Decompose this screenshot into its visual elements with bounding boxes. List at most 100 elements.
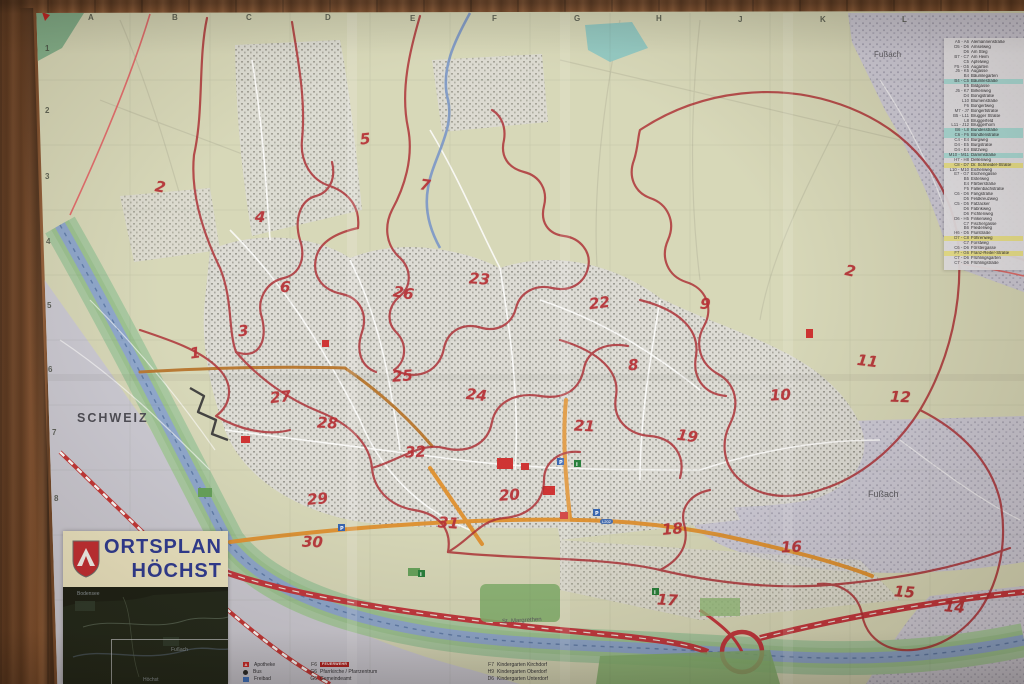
district-number-26: 26	[392, 282, 415, 303]
grid-letter-C: C	[246, 13, 252, 22]
district-number-31: 31	[437, 513, 459, 532]
district-number-10: 10	[770, 385, 792, 404]
svg-text:i: i	[654, 590, 656, 596]
legend-item: G6Gemeindeamt	[305, 676, 480, 683]
street-index-entry: C7 - D6Frühlingstraße	[944, 261, 1023, 266]
district-number-8: 8	[627, 356, 639, 375]
legend-grid-ref: F6	[305, 662, 317, 668]
grid-number-6: 6	[48, 365, 52, 374]
street-index-panel: ▲ A5 - A6AlemannenstraßeD5 - D6AmselwegD…	[944, 38, 1024, 270]
legend-grid-ref: F7	[482, 662, 494, 668]
district-number-20: 20	[498, 485, 520, 504]
street-grid-ref: C7 - D6	[944, 261, 969, 266]
map-legend: AApothekeBusFreibad F6FEUERWEHRG6Pfarrki…	[243, 661, 693, 684]
legend-label: Kindergarten Unterdorf	[497, 676, 548, 682]
inset-label-fussach: Fußach	[171, 647, 188, 653]
legend-label: Apotheke	[254, 662, 275, 668]
inset-label-hoechst: Höchst	[143, 677, 159, 683]
freibad-icon	[243, 677, 249, 682]
district-number-29: 29	[306, 489, 328, 509]
svg-text:i: i	[576, 462, 578, 468]
grid-letter-L: L	[902, 15, 907, 24]
district-number-3: 3	[237, 322, 249, 341]
district-number-28: 28	[317, 413, 339, 432]
district-number-14: 14	[943, 597, 965, 617]
district-number-27: 27	[269, 387, 292, 407]
apotheke-icon: A	[243, 662, 249, 667]
legend-column-facilities: A ApothekeBusFreibad	[243, 661, 303, 683]
svg-text:i: i	[420, 572, 422, 578]
svg-text:P: P	[595, 511, 599, 517]
district-number-16: 16	[781, 537, 803, 556]
legend-item: Freibad	[243, 676, 303, 683]
district-number-9: 9	[699, 295, 711, 314]
legend-label: Bus	[253, 669, 262, 675]
district-number-15: 15	[893, 582, 915, 601]
legend-column-kindergarten: F7Kindergarten KirchdorfH9Kindergarten O…	[482, 661, 682, 683]
legend-item: H9Kindergarten Oberdorf	[482, 668, 682, 675]
district-number-4: 4	[254, 208, 266, 227]
grid-number-3: 3	[45, 172, 49, 181]
feuerwehr-badge: FEUERWEHR	[320, 662, 349, 667]
legend-label: Kindergarten Kirchdorf	[497, 662, 547, 668]
grid-letter-A: A	[88, 13, 94, 22]
title-header: ORTSPLAN HÖCHST	[63, 531, 228, 588]
map-title-line2: HÖCHST	[104, 559, 222, 583]
district-number-19: 19	[676, 426, 699, 447]
legend-column-public: F6FEUERWEHRG6Pfarrkirche / PfarrzentrumG…	[305, 661, 480, 683]
legend-label: Pfarrkirche / Pfarrzentrum	[320, 669, 377, 675]
legend-item: F7Kindergarten Kirchdorf	[482, 661, 682, 668]
grid-number-5: 5	[47, 301, 51, 310]
legend-grid-ref: D6	[482, 676, 494, 682]
grid-number-4: 4	[46, 237, 50, 246]
label-schweiz: SCHWEIZ	[77, 411, 149, 425]
grid-letter-K: K	[820, 15, 826, 24]
street-index-rows: A5 - A6AlemannenstraßeD5 - D6AmselwegD6A…	[944, 40, 1023, 266]
grid-letter-B: B	[172, 13, 178, 22]
legend-item: A Apotheke	[243, 661, 303, 668]
legend-label: Kindergarten Oberdorf	[497, 669, 547, 675]
map-title-line1: ORTSPLAN	[104, 535, 222, 559]
district-number-24: 24	[465, 385, 488, 405]
inset-label-bodensee: Bodensee	[77, 591, 100, 597]
legend-label: Freibad	[254, 676, 271, 682]
grid-letter-D: D	[325, 13, 331, 22]
district-number-22: 22	[588, 293, 611, 313]
district-number-17: 17	[657, 590, 679, 609]
grid-letter-E: E	[410, 14, 415, 23]
district-number-21: 21	[574, 416, 596, 435]
district-number-32: 32	[405, 442, 427, 461]
grid-number-8: 8	[54, 494, 58, 503]
district-number-30: 30	[302, 533, 323, 552]
grid-number-1: 1	[45, 44, 49, 53]
overview-inset: Bodensee Fußach Höchst	[63, 587, 228, 684]
district-number-25: 25	[391, 366, 413, 385]
legend-grid-ref: G6	[305, 669, 317, 675]
grid-number-2: 2	[45, 106, 49, 115]
district-number-12: 12	[890, 388, 911, 407]
district-number-5: 5	[359, 130, 371, 149]
grid-letter-G: G	[574, 14, 580, 23]
district-number-11: 11	[856, 351, 879, 371]
inset-extent-frame	[111, 639, 228, 684]
grid-letter-J: J	[738, 15, 742, 24]
legend-grid-ref: G6	[305, 676, 317, 682]
legend-item: D6Kindergarten Unterdorf	[482, 676, 682, 683]
hoechst-crest-icon	[72, 540, 100, 578]
bus-icon	[243, 670, 248, 675]
grid-letter-H: H	[656, 14, 662, 23]
photo-of-town-map: P P P i i i	[0, 0, 1024, 684]
title-block: ORTSPLAN HÖCHST Bodensee Fußach Höchst	[63, 531, 228, 684]
svg-text:P: P	[340, 526, 344, 532]
grid-number-7: 7	[52, 428, 56, 437]
street-name: Frühlingstraße	[971, 261, 1023, 266]
legend-item: Bus	[243, 668, 303, 675]
legend-item: F6FEUERWEHR	[305, 661, 480, 668]
district-number-23: 23	[468, 269, 490, 288]
label-fussach-right: Fußach	[868, 489, 899, 499]
map-title: ORTSPLAN HÖCHST	[104, 535, 222, 583]
route-badge: L202	[600, 519, 613, 524]
district-number-6: 6	[280, 278, 291, 297]
label-fussach-top: Fußach	[874, 50, 901, 59]
legend-grid-ref: H9	[482, 669, 494, 675]
